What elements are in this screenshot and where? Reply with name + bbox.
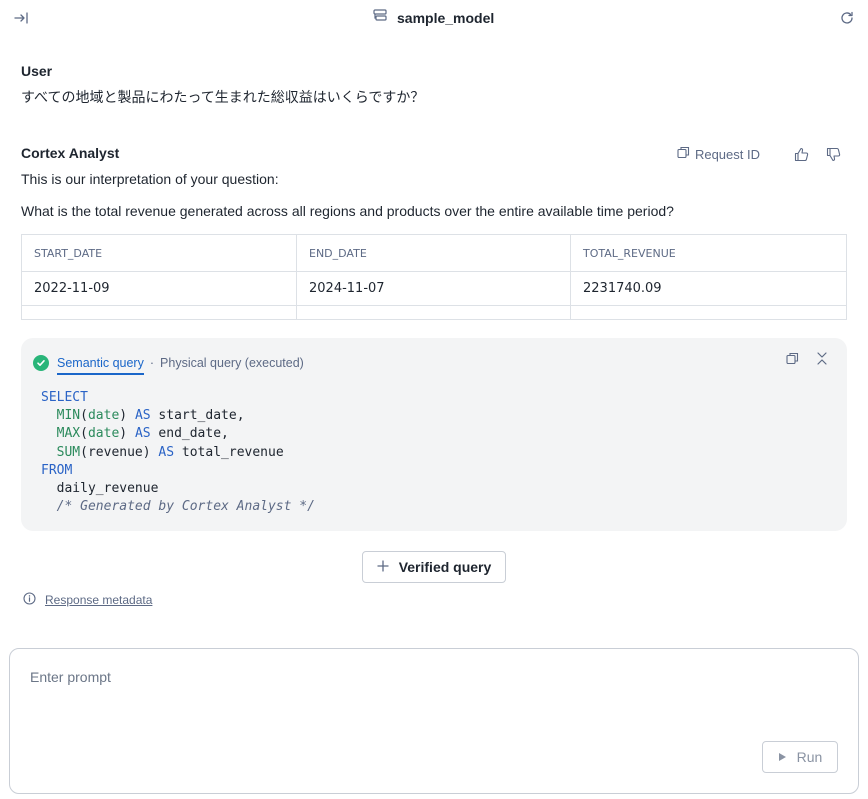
tab-separator: · (149, 356, 155, 370)
sql-function: MAX (56, 426, 81, 442)
table-cell: 2022-11-09 (21, 271, 297, 306)
plus-icon (377, 559, 389, 575)
response-metadata: Response metadata (23, 592, 152, 608)
verified-query-button[interactable]: Verified query (362, 551, 506, 583)
table-header-row: START_DATE END_DATE TOTAL_REVENUE (21, 234, 847, 272)
table-cell: 2231740.09 (570, 271, 847, 306)
sql-column: date (87, 408, 120, 424)
table-cell-empty (570, 305, 847, 320)
table-cell: 2024-11-07 (296, 271, 571, 306)
sql-function: MIN (56, 408, 81, 424)
sql-table: daily_revenue (56, 481, 159, 497)
prompt-box: Run (9, 648, 859, 794)
sql-comment: /* Generated by Cortex Analyst */ (56, 499, 315, 515)
run-button[interactable]: Run (762, 741, 838, 773)
info-icon (23, 592, 36, 608)
result-table: START_DATE END_DATE TOTAL_REVENUE 2022-1… (21, 234, 847, 320)
sql-keyword: AS (134, 408, 151, 424)
table-row-empty (21, 305, 847, 320)
request-id-button[interactable]: Request ID (677, 146, 760, 162)
query-panel-actions (785, 351, 829, 365)
interpretation-text: What is the total revenue generated acro… (21, 203, 674, 219)
collapse-panel-icon[interactable] (12, 9, 30, 27)
collapse-section-icon[interactable] (815, 351, 829, 365)
interpretation-intro: This is our interpretation of your quest… (21, 171, 279, 187)
semantic-model-icon (372, 8, 388, 27)
sql-alias: total_revenue (181, 444, 284, 460)
request-id-label: Request ID (694, 146, 760, 162)
thumbs-down-icon[interactable] (824, 145, 842, 163)
tab-semantic-query[interactable]: Semantic query (57, 356, 144, 375)
tab-physical-query[interactable]: Physical query (executed) (160, 356, 304, 370)
analyst-author: Cortex Analyst (21, 145, 120, 161)
sql-alias: end_date, (158, 426, 229, 442)
copy-icon[interactable] (785, 351, 799, 365)
thumbs-up-icon[interactable] (792, 145, 810, 163)
play-icon (778, 749, 787, 765)
table-row: 2022-11-09 2024-11-07 2231740.09 (21, 271, 847, 306)
sql-keyword: AS (158, 444, 175, 460)
top-bar: sample_model (0, 0, 868, 36)
table-cell-empty (21, 305, 297, 320)
column-header[interactable]: START_DATE (21, 234, 297, 272)
refresh-icon[interactable] (838, 9, 856, 27)
sql-function: SUM (56, 444, 81, 460)
model-name: sample_model (397, 9, 495, 26)
model-title: sample_model (372, 8, 494, 27)
prompt-input[interactable] (30, 669, 830, 685)
verified-query-label: Verified query (398, 559, 492, 575)
response-metadata-link[interactable]: Response metadata (45, 593, 152, 607)
sql-column: date (87, 426, 120, 442)
sql-keyword: SELECT (41, 390, 88, 405)
query-tabs: Semantic query · Physical query (execute… (33, 351, 304, 375)
user-message-text: すべての地域と製品にわたって生まれた総収益はいくらですか？ (21, 89, 425, 105)
column-header[interactable]: END_DATE (296, 234, 571, 272)
copy-icon (677, 146, 690, 162)
message-actions: Request ID (677, 145, 842, 163)
table-cell-empty (296, 305, 571, 320)
sql-alias: start_date, (158, 408, 245, 424)
query-panel: Semantic query · Physical query (execute… (21, 338, 847, 531)
check-circle-icon (33, 355, 49, 371)
sql-keyword: FROM (41, 462, 73, 478)
run-label: Run (796, 749, 823, 765)
column-header[interactable]: TOTAL_REVENUE (570, 234, 847, 272)
sql-column: revenue (87, 444, 143, 460)
user-author: User (21, 63, 53, 79)
sql-keyword: AS (134, 426, 151, 442)
sql-code-block: SELECT MIN(date) AS start_date, MAX(date… (41, 390, 315, 515)
